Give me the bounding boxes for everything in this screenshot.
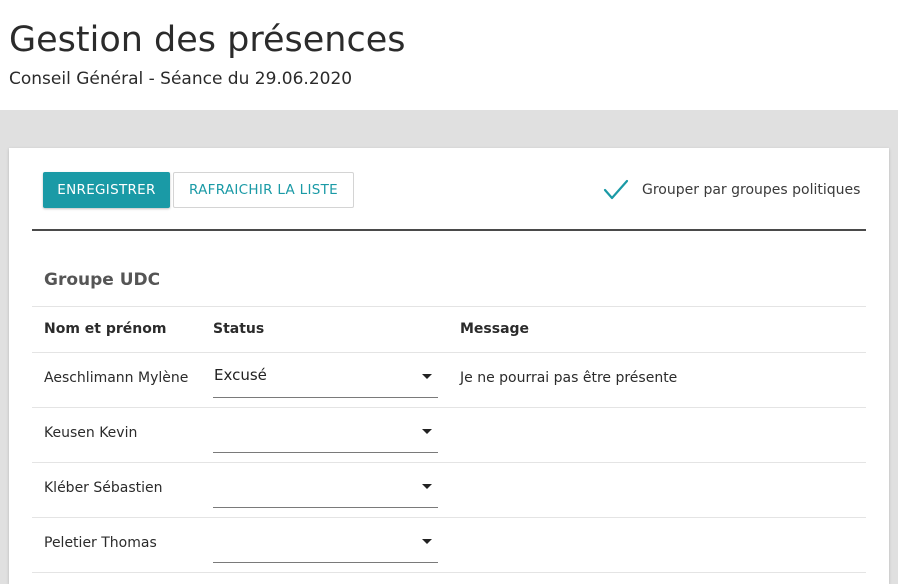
table-row: Kléber Sébastien [32,462,866,517]
toolbar-divider [32,229,866,231]
table-row: Peletier Thomas [32,517,866,572]
column-header-status: Status [213,321,265,337]
member-message: Je ne pourrai pas être présente [460,370,678,386]
page-title: Gestion des présences [9,20,406,60]
member-name: Peletier Thomas [44,535,157,551]
group-heading: Groupe UDC [44,270,161,290]
column-header-name: Nom et prénom [44,321,167,337]
status-select[interactable] [213,525,438,563]
dropdown-arrow-icon [422,429,432,434]
row-divider [32,572,866,573]
status-select[interactable] [213,470,438,508]
status-select[interactable] [213,415,438,453]
attendance-card: ENREGISTRER RAFRAICHIR LA LISTE Grouper … [9,148,889,584]
save-button[interactable]: ENREGISTRER [43,172,170,208]
dropdown-arrow-icon [422,484,432,489]
column-header-message: Message [460,321,530,337]
status-select[interactable]: Excusé [213,360,438,398]
dropdown-arrow-icon [422,539,432,544]
dropdown-arrow-icon [422,374,432,379]
status-value: Excusé [214,366,267,384]
table-top-divider [32,306,866,307]
member-name: Aeschlimann Mylène [44,370,189,386]
group-by-party-label: Grouper par groupes politiques [642,182,861,198]
group-by-party-toggle[interactable]: Grouper par groupes politiques [603,176,860,204]
page-header: Gestion des présences Conseil Général - … [0,0,898,110]
member-name: Keusen Kevin [44,425,138,441]
check-icon [603,179,629,200]
table-row: Aeschlimann Mylène Excusé Je ne pourrai … [32,352,866,407]
table-row: Keusen Kevin [32,407,866,462]
page-subtitle: Conseil Général - Séance du 29.06.2020 [9,69,353,89]
member-name: Kléber Sébastien [44,480,163,496]
refresh-list-button[interactable]: RAFRAICHIR LA LISTE [173,172,354,208]
